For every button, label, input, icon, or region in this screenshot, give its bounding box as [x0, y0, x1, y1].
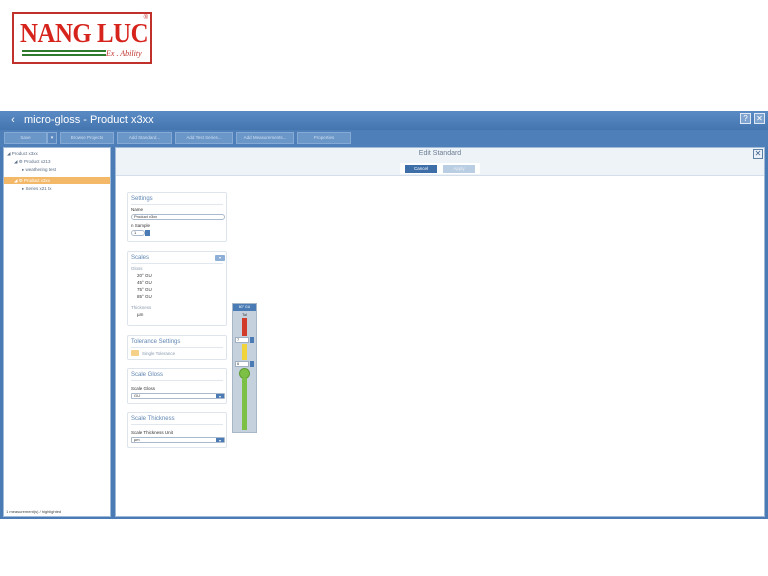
- save-dropdown-button[interactable]: ▾: [47, 132, 57, 144]
- lower-tolerance-stepper[interactable]: [250, 361, 254, 367]
- tree-item-selected[interactable]: ◢ ⚙ Product x3xx: [14, 177, 50, 184]
- divider: [131, 263, 223, 264]
- logo-stripe: [22, 50, 106, 52]
- settings-panel: Settings Name Product x3xx n Sample 1: [127, 192, 227, 242]
- thickness-unit: µm: [137, 312, 144, 317]
- tree-item-label: Product x213: [24, 159, 51, 164]
- single-tolerance-option[interactable]: Single Tolerance: [142, 351, 175, 356]
- edit-standard-title: Edit Standard: [418, 150, 462, 157]
- logo-stripe: [22, 54, 106, 56]
- window-title: micro-gloss - Product x3xx: [24, 114, 154, 126]
- gloss-scale-item: 75° GU: [137, 287, 152, 292]
- scale-gloss-title: Scale Gloss: [131, 372, 164, 378]
- logo-wordmark: NANG LUC: [20, 18, 149, 48]
- tree-item-label: Product x3xx: [11, 151, 38, 156]
- gloss-scale-item: 85° GU: [137, 294, 152, 299]
- gloss-label: Gloss: [131, 266, 143, 271]
- close-pane-button[interactable]: ✕: [753, 149, 763, 159]
- save-button[interactable]: Save: [4, 132, 47, 144]
- cancel-button[interactable]: Cancel: [405, 165, 437, 173]
- thickness-label: Thickness: [131, 305, 152, 310]
- n-sample-label: n Sample: [131, 223, 151, 228]
- tolerance-settings-panel: Tolerance Settings Single Tolerance: [127, 335, 227, 360]
- tree-item-label: Product x3xx: [24, 178, 51, 183]
- status-text: 1 measurement(s) / highlighted: [6, 509, 62, 514]
- gloss-scale-item: 45° GU: [137, 280, 152, 285]
- apply-button[interactable]: Apply: [443, 165, 475, 173]
- scale-thickness-panel: Scale Thickness Scale Thickness Unit µm …: [127, 412, 227, 448]
- tolerance-scale-header: 60° GU: [233, 304, 256, 311]
- tolerance-settings-title: Tolerance Settings: [131, 339, 181, 345]
- upper-tolerance-input[interactable]: 7: [235, 337, 249, 343]
- name-input[interactable]: Product x3xx: [131, 214, 225, 220]
- help-button[interactable]: ?: [740, 113, 751, 124]
- n-sample-input[interactable]: 1: [131, 230, 145, 236]
- tree-item[interactable]: ◢ ⚙ Product x213: [14, 158, 51, 165]
- window-close-button[interactable]: ✕: [754, 113, 765, 124]
- scale-gloss-panel: Scale Gloss Scale Gloss GU ▾: [127, 368, 227, 404]
- add-measurements-button[interactable]: Add Measurements...: [236, 132, 294, 144]
- properties-button[interactable]: Properties: [297, 132, 351, 144]
- divider: [131, 424, 223, 425]
- edit-standard-pane: Edit Standard ✕ Cancel Apply Settings Na…: [115, 147, 765, 517]
- green-tolerance-bar: [242, 378, 247, 430]
- nang-luc-logo: NANG LUC ® Ex . Ability: [12, 12, 152, 64]
- tree-item[interactable]: ▸ Series x21 tx: [22, 185, 52, 192]
- upper-tolerance-stepper[interactable]: [250, 337, 254, 343]
- scale-thickness-label: Scale Thickness Unit: [131, 430, 173, 435]
- upper-tolerance-bar: [242, 318, 247, 336]
- logo-tagline: Ex . Ability: [106, 49, 142, 58]
- settings-title: Settings: [131, 196, 153, 202]
- chevron-down-icon: ▾: [216, 438, 224, 442]
- title-bar: ‹ micro-gloss - Product x3xx ? ✕: [0, 111, 768, 130]
- tolerance-label: Tol: [241, 312, 248, 317]
- project-tree: ◢ Product x3xx ◢ ⚙ Product x213 ▸ weathe…: [3, 147, 111, 517]
- scales-panel: Scales ▾ Gloss 20° GU 45° GU 75° GU 85° …: [127, 251, 227, 326]
- tree-item-label: weathering test: [25, 167, 57, 172]
- toolbar: Save ▾ Browse Projects Add Standard... A…: [0, 130, 768, 147]
- add-test-series-button[interactable]: Add Test Series...: [175, 132, 233, 144]
- divider: [131, 347, 223, 348]
- scale-thickness-title: Scale Thickness: [131, 416, 175, 422]
- scale-thickness-value: µm: [134, 437, 140, 442]
- app-window: ‹ micro-gloss - Product x3xx ? ✕ Save ▾ …: [0, 111, 768, 519]
- tree-item[interactable]: ◢ Product x3xx: [7, 150, 38, 157]
- tolerance-widget: 60° GU Tol 7 6: [232, 303, 257, 433]
- back-button[interactable]: ‹: [6, 113, 20, 127]
- scale-gloss-label: Scale Gloss: [131, 386, 156, 391]
- lower-tolerance-input[interactable]: 6: [235, 361, 249, 367]
- n-sample-stepper[interactable]: [145, 230, 150, 236]
- scale-gloss-value: GU: [134, 393, 140, 398]
- browse-projects-button[interactable]: Browse Projects: [60, 132, 114, 144]
- logo-registered-mark: ®: [143, 15, 148, 21]
- divider: [131, 380, 223, 381]
- single-tolerance-icon[interactable]: [131, 350, 139, 356]
- scale-gloss-select[interactable]: GU ▾: [131, 393, 225, 399]
- add-standard-button[interactable]: Add Standard...: [117, 132, 172, 144]
- tree-item-label: Series x21 tx: [25, 186, 52, 191]
- divider: [131, 204, 223, 205]
- chevron-down-icon: ▾: [216, 394, 224, 398]
- scales-dropdown-icon[interactable]: ▾: [215, 255, 225, 261]
- yellow-tolerance-bar: [242, 344, 247, 360]
- name-label: Name: [131, 207, 144, 212]
- scale-thickness-select[interactable]: µm ▾: [131, 437, 225, 443]
- tree-item[interactable]: ▸ weathering test: [22, 166, 56, 173]
- gloss-scale-item: 20° GU: [137, 273, 152, 278]
- scales-title: Scales: [131, 255, 150, 261]
